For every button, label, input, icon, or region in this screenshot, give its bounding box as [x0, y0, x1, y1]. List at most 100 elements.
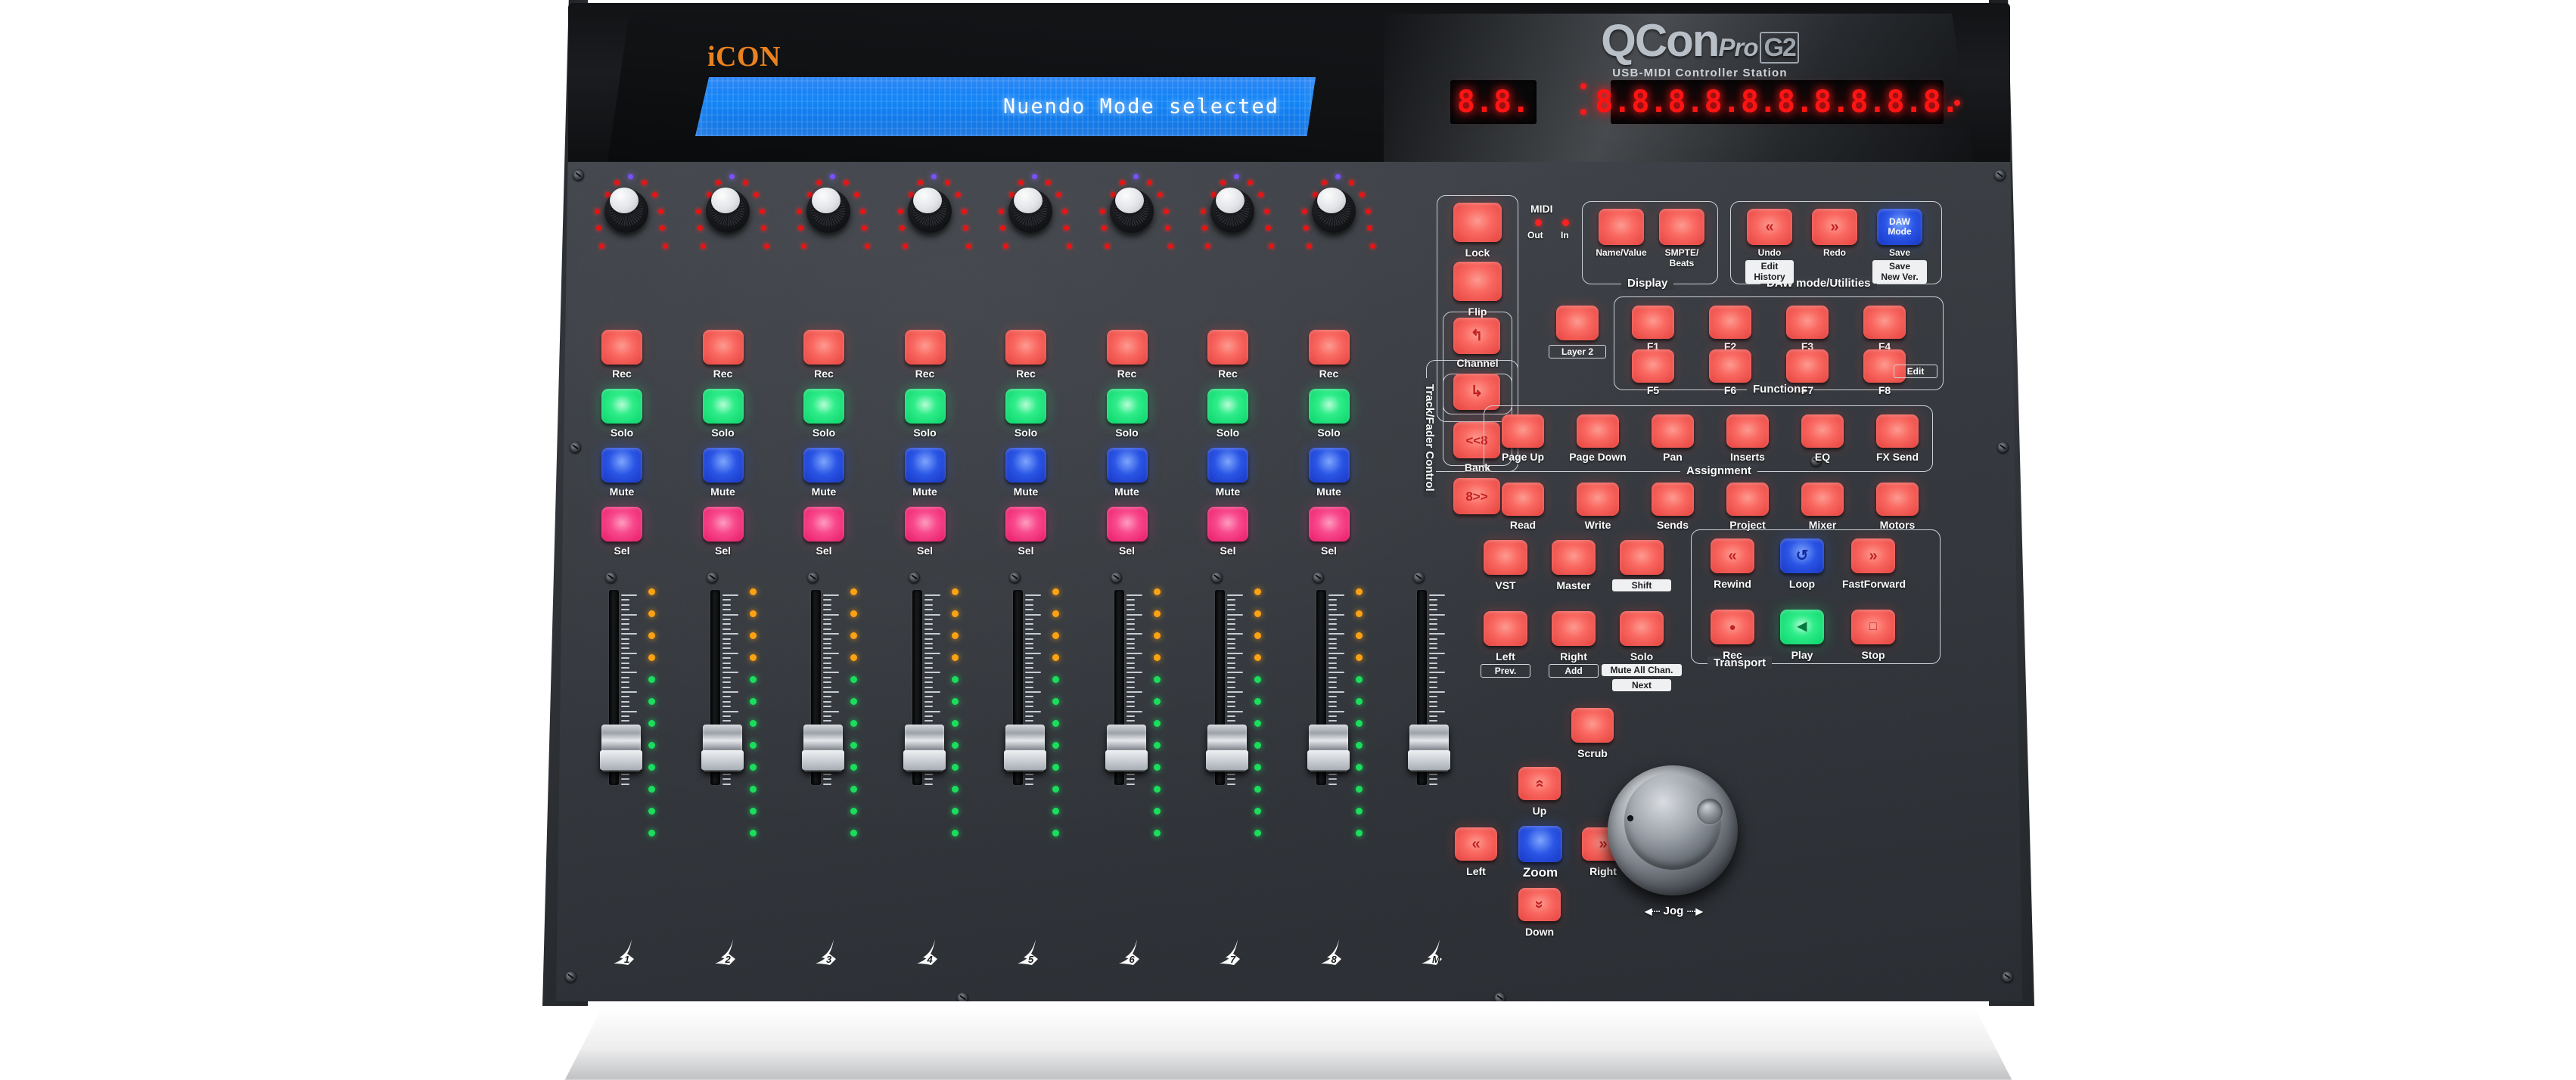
- function-key-f5[interactable]: [1632, 349, 1674, 383]
- function-key-f6[interactable]: [1709, 349, 1751, 383]
- assignment-read-button[interactable]: [1502, 483, 1544, 516]
- assignment-write-button[interactable]: [1577, 483, 1619, 516]
- assignment-motors-button[interactable]: [1876, 483, 1919, 516]
- solo-button-ch5[interactable]: [1005, 389, 1046, 424]
- solo-button-ch7[interactable]: [1207, 389, 1248, 424]
- function-key-f1[interactable]: [1632, 306, 1674, 339]
- rec-button-ch5[interactable]: [1005, 330, 1046, 365]
- record-button[interactable]: ●: [1711, 610, 1754, 644]
- fastforward-button[interactable]: »: [1851, 538, 1895, 573]
- vst-button[interactable]: [1484, 540, 1527, 575]
- fader-cap[interactable]: [802, 725, 844, 771]
- sel-button-ch8[interactable]: [1308, 507, 1350, 542]
- fader-cap[interactable]: [701, 725, 744, 771]
- jog-wheel[interactable]: [1608, 765, 1738, 895]
- solo-button-ch6[interactable]: [1106, 389, 1148, 424]
- fader-cap[interactable]: [1408, 725, 1450, 771]
- daw-mode-save-button[interactable]: DAW Mode: [1877, 209, 1922, 245]
- encoder-8[interactable]: [1292, 174, 1377, 254]
- right-nav-button[interactable]: [1552, 611, 1596, 646]
- encoder-5[interactable]: [989, 174, 1074, 254]
- mute-button-ch2[interactable]: [702, 448, 744, 483]
- redo-button[interactable]: »: [1812, 209, 1857, 245]
- encoder-knob[interactable]: [1109, 188, 1154, 233]
- rewind-button[interactable]: «: [1711, 538, 1754, 573]
- mute-button-ch6[interactable]: [1106, 448, 1148, 483]
- sel-button-ch6[interactable]: [1106, 507, 1148, 542]
- zoom-button[interactable]: [1518, 826, 1562, 862]
- fader-cap[interactable]: [1307, 725, 1350, 771]
- assignment-pan-button[interactable]: [1652, 414, 1694, 448]
- assignment-inserts-button[interactable]: [1726, 414, 1769, 448]
- assignment-mixer-button[interactable]: [1801, 483, 1844, 516]
- function-key-f4[interactable]: [1863, 306, 1906, 339]
- assignment-eq-button[interactable]: [1801, 414, 1844, 448]
- rec-button-ch4[interactable]: [904, 330, 946, 365]
- smpte-beats-button[interactable]: [1659, 209, 1704, 245]
- encoder-1[interactable]: [585, 174, 670, 254]
- nav-up-button[interactable]: »: [1518, 767, 1561, 800]
- mute-button-ch5[interactable]: [1005, 448, 1046, 483]
- function-key-f2[interactable]: [1709, 306, 1751, 339]
- encoder-6[interactable]: [1090, 174, 1175, 254]
- mute-button-ch8[interactable]: [1308, 448, 1350, 483]
- stop-button[interactable]: □: [1851, 610, 1895, 644]
- assignment-page-down-button[interactable]: [1577, 414, 1619, 448]
- sel-button-ch7[interactable]: [1207, 507, 1248, 542]
- function-key-f7[interactable]: [1786, 349, 1829, 383]
- function-key-f3[interactable]: [1786, 306, 1829, 339]
- rec-button-ch7[interactable]: [1207, 330, 1248, 365]
- solo-button-ch3[interactable]: [803, 389, 844, 424]
- sel-button-ch5[interactable]: [1005, 507, 1046, 542]
- lock-button[interactable]: [1453, 203, 1502, 242]
- rec-button-ch8[interactable]: [1308, 330, 1350, 365]
- encoder-7[interactable]: [1191, 174, 1276, 254]
- bank-next-button[interactable]: 8>>: [1453, 478, 1500, 514]
- name-value-button[interactable]: [1599, 209, 1644, 245]
- assignment-fx-send-button[interactable]: [1876, 414, 1919, 448]
- master-button[interactable]: [1552, 540, 1596, 575]
- encoder-2[interactable]: [686, 174, 771, 254]
- layer2-button[interactable]: [1556, 306, 1599, 340]
- play-button[interactable]: ◀: [1780, 610, 1824, 644]
- solo-global-button[interactable]: [1620, 611, 1664, 646]
- mute-button-ch4[interactable]: [904, 448, 946, 483]
- encoder-knob[interactable]: [1008, 188, 1052, 233]
- solo-button-ch2[interactable]: [702, 389, 744, 424]
- scrub-button[interactable]: [1571, 708, 1614, 743]
- loop-button[interactable]: ↺: [1780, 538, 1824, 573]
- encoder-knob[interactable]: [705, 188, 750, 233]
- channel-up-button[interactable]: ↰: [1453, 318, 1500, 354]
- mute-button-ch3[interactable]: [803, 448, 844, 483]
- encoder-knob[interactable]: [1311, 188, 1356, 233]
- left-nav-button[interactable]: [1484, 611, 1527, 646]
- solo-button-ch4[interactable]: [904, 389, 946, 424]
- encoder-knob[interactable]: [604, 188, 648, 233]
- undo-button[interactable]: «: [1747, 209, 1792, 245]
- encoder-4[interactable]: [888, 174, 973, 254]
- fader-cap[interactable]: [903, 725, 946, 771]
- rec-button-ch1[interactable]: [601, 330, 642, 365]
- nav-down-button[interactable]: »: [1518, 888, 1561, 921]
- fader-cap[interactable]: [600, 725, 642, 771]
- fader-cap[interactable]: [1004, 725, 1046, 771]
- shift-button[interactable]: [1620, 540, 1664, 575]
- encoder-3[interactable]: [787, 174, 872, 254]
- mute-button-ch7[interactable]: [1207, 448, 1248, 483]
- channel-down-button[interactable]: ↳: [1453, 374, 1500, 410]
- encoder-knob[interactable]: [907, 188, 952, 233]
- fader-cap[interactable]: [1206, 725, 1248, 771]
- flip-button[interactable]: [1453, 262, 1502, 301]
- master-fader[interactable]: [1408, 572, 1474, 803]
- solo-button-ch1[interactable]: [601, 389, 642, 424]
- sel-button-ch4[interactable]: [904, 507, 946, 542]
- assignment-project-button[interactable]: [1726, 483, 1769, 516]
- fader-cap[interactable]: [1105, 725, 1148, 771]
- nav-left-button[interactable]: «: [1455, 827, 1497, 861]
- sel-button-ch1[interactable]: [601, 507, 642, 542]
- solo-button-ch8[interactable]: [1308, 389, 1350, 424]
- rec-button-ch3[interactable]: [803, 330, 844, 365]
- rec-button-ch6[interactable]: [1106, 330, 1148, 365]
- mute-button-ch1[interactable]: [601, 448, 642, 483]
- jog-finger-dimple[interactable]: [1697, 799, 1723, 824]
